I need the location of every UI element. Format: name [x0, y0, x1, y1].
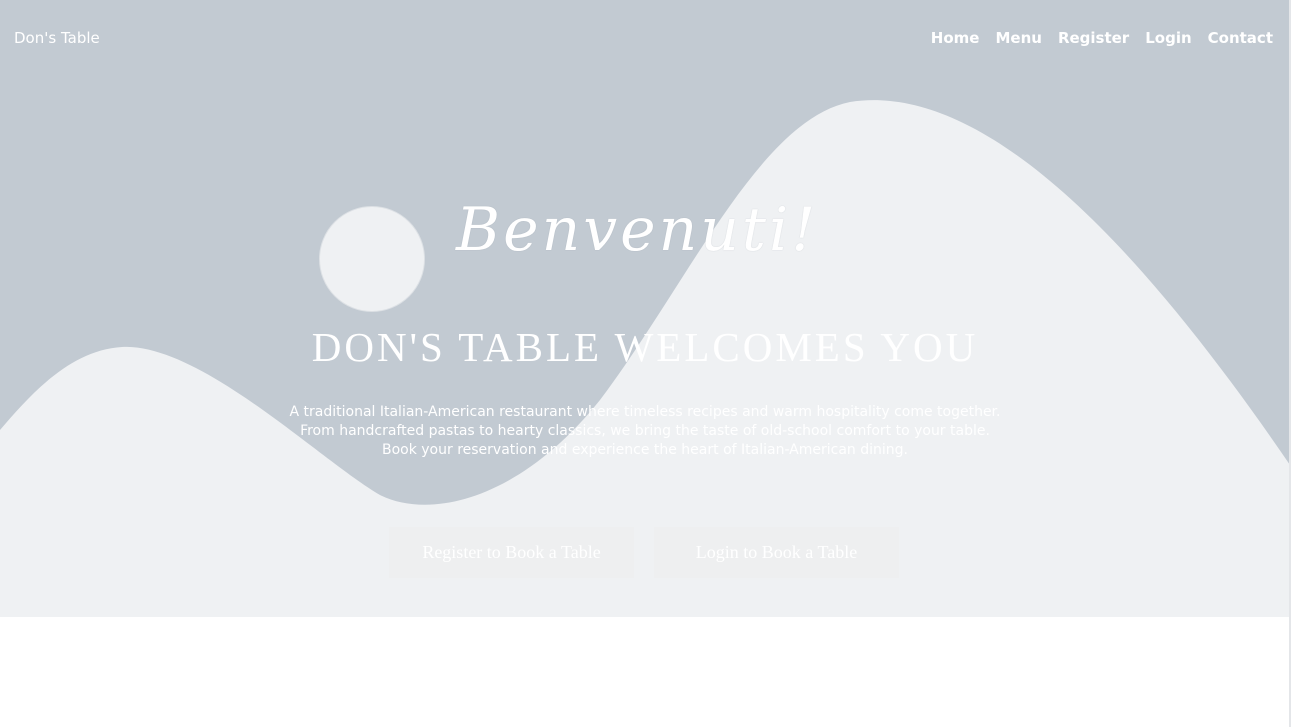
login-to-book-button[interactable]: Login to Book a Table — [654, 527, 899, 578]
hills-background — [0, 100, 1290, 617]
hero-headline: DON'S TABLE WELCOMES YOU — [311, 324, 979, 370]
decorative-circle — [319, 206, 425, 312]
hero-description: A traditional Italian-American restauran… — [0, 403, 1290, 460]
nav-home[interactable]: Home — [931, 28, 980, 48]
nav-login[interactable]: Login — [1145, 28, 1191, 48]
nav-register[interactable]: Register — [1058, 28, 1129, 48]
description-line: From handcrafted pastas to hearty classi… — [300, 423, 990, 439]
register-to-book-button[interactable]: Register to Book a Table — [389, 527, 634, 578]
description-line: Book your reservation and experience the… — [381, 442, 909, 458]
nav-contact[interactable]: Contact — [1208, 28, 1273, 48]
page: Don's Table Home Menu Register Login Con… — [0, 0, 1291, 727]
nav-menu[interactable]: Menu — [995, 28, 1041, 48]
hero-section: Don's Table Home Menu Register Login Con… — [0, 0, 1290, 617]
description-line: A traditional Italian-American restauran… — [289, 404, 1001, 420]
main-nav: Home Menu Register Login Contact — [931, 28, 1273, 48]
welcome-script-title: Benvenuti! — [456, 195, 819, 265]
brand-logo[interactable]: Don's Table — [14, 28, 100, 48]
